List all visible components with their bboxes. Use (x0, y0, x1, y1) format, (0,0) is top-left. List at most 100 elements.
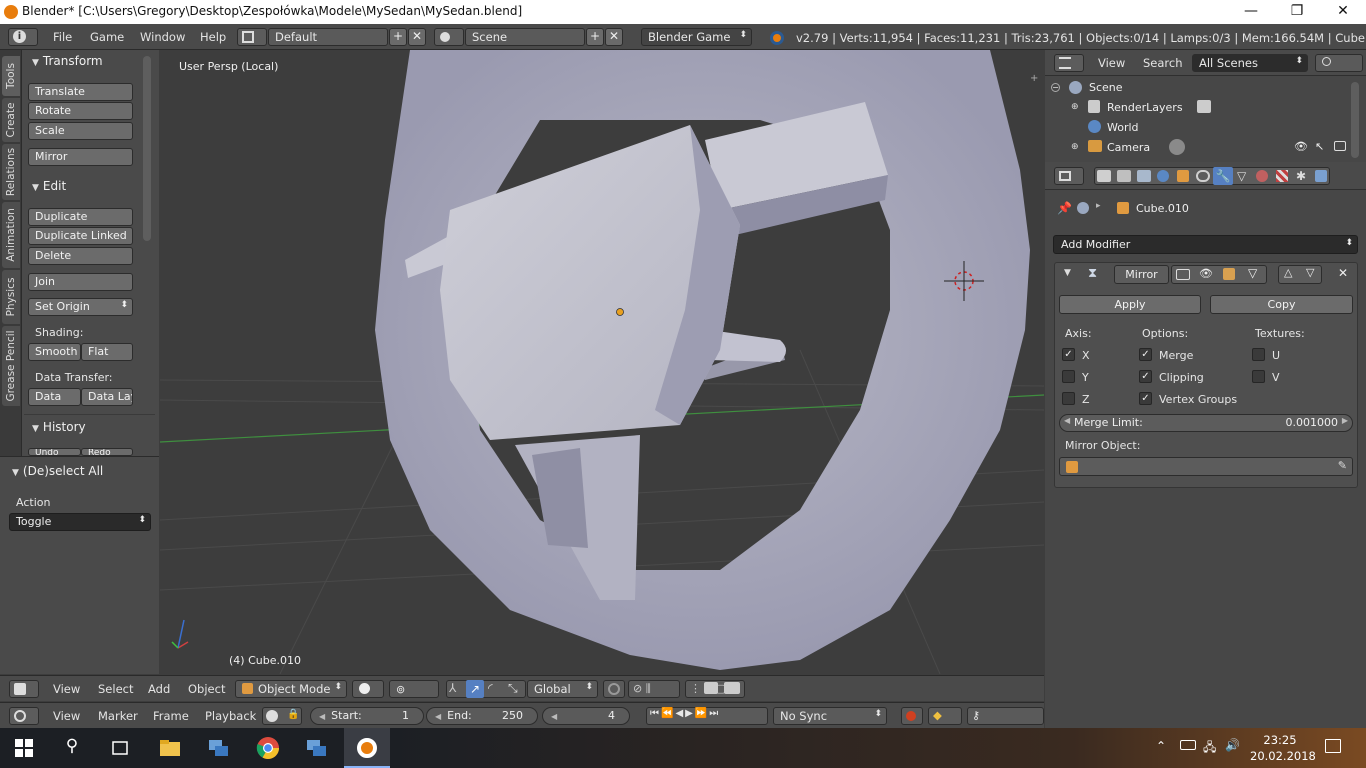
move-down-icon[interactable]: ▽ (1306, 266, 1314, 279)
timeline-menu-marker[interactable]: Marker (98, 709, 138, 723)
task-view-icon[interactable] (108, 736, 132, 760)
texture-v-checkbox[interactable] (1252, 370, 1265, 383)
decrement-arrow-icon[interactable]: ◀ (551, 712, 557, 721)
expand-icon[interactable]: ⊕ (1071, 142, 1079, 152)
texture-u-checkbox[interactable] (1252, 348, 1265, 361)
collapse-triangle-icon[interactable]: ▼ (1064, 268, 1071, 278)
mirror-tool-button[interactable]: Mirror (28, 148, 133, 166)
data-tab-icon[interactable]: ▽ (1237, 169, 1246, 183)
axis-x-checkbox[interactable]: ✓ (1062, 348, 1075, 361)
view-menu-add[interactable]: Add (148, 682, 170, 696)
data-layout-button[interactable]: Data Lay (81, 388, 133, 406)
end-frame-field[interactable]: ◀ End: 250 (426, 707, 538, 725)
outliner-menu-view[interactable]: View (1098, 56, 1125, 70)
tab-animation[interactable]: Animation (2, 202, 20, 268)
search-icon[interactable]: ⚲ (60, 736, 84, 760)
expand-plus-icon[interactable]: + (1030, 74, 1040, 84)
transform-orientation-select[interactable]: Global ⬍ (527, 680, 598, 698)
merge-limit-field[interactable]: ◀ Merge Limit: 0.001000 ▶ (1059, 414, 1353, 432)
clock-time[interactable]: 23:25 (1250, 733, 1310, 747)
action-select[interactable]: Toggle ⬍ (9, 513, 151, 531)
restore-button[interactable]: ❐ (1274, 0, 1320, 24)
collapse-scene-icon[interactable]: − (1051, 83, 1060, 92)
history-panel-header[interactable]: ▼ History (32, 420, 86, 434)
copy-button[interactable]: Copy (1210, 295, 1353, 314)
timeline-menu-playback[interactable]: Playback (205, 709, 256, 723)
keying-set-select[interactable]: ◆ (928, 707, 962, 725)
duplicate-button[interactable]: Duplicate (28, 208, 133, 226)
decrement-arrow-icon[interactable]: ◀ (319, 712, 325, 721)
redo-button[interactable]: Redo (81, 448, 133, 456)
menu-game[interactable]: Game (90, 30, 124, 44)
preview-range-buttons[interactable]: 🔒 (262, 707, 302, 725)
blender-taskbar-button[interactable] (344, 728, 390, 768)
notifications-icon[interactable] (1325, 739, 1341, 753)
texture-tab-icon[interactable] (1276, 170, 1288, 182)
interaction-mode-select[interactable]: Object Mode ⬍ (235, 680, 347, 698)
clock-date[interactable]: 20.02.2018 (1250, 749, 1316, 763)
tab-tools[interactable]: Tools (2, 56, 20, 96)
decrement-arrow-icon[interactable]: ◀ (1064, 416, 1070, 425)
scale-button[interactable]: Scale (28, 122, 133, 140)
view-menu-object[interactable]: Object (188, 682, 225, 696)
minimize-button[interactable]: — (1228, 0, 1274, 24)
current-frame-field[interactable]: ◀ 4 (542, 707, 630, 725)
tab-relations[interactable]: Relations (2, 144, 20, 200)
add-modifier-select[interactable]: Add Modifier ⬍ (1053, 235, 1358, 254)
merge-checkbox[interactable]: ✓ (1139, 348, 1152, 361)
decrement-arrow-icon[interactable]: ◀ (435, 712, 441, 721)
undo-button[interactable]: Undo (28, 448, 81, 456)
scene-field[interactable]: Scene (465, 28, 585, 46)
pivot-select[interactable]: ⊚ (389, 680, 439, 698)
cage-toggle-icon[interactable]: ▽ (1248, 266, 1257, 280)
auto-keying-button[interactable] (901, 707, 923, 725)
remote-desktop-icon[interactable] (206, 736, 230, 760)
apply-button[interactable]: Apply (1059, 295, 1201, 314)
layers-button[interactable] (603, 680, 625, 698)
transform-panel-header[interactable]: ▼ Transform (32, 54, 103, 68)
tool-shelf-scrollbar[interactable] (143, 56, 151, 241)
operator-header[interactable]: ▼ (De)select All (12, 464, 103, 478)
scene-icon[interactable] (434, 28, 464, 46)
screen-layout-icon[interactable] (237, 28, 267, 46)
rotate-button[interactable]: Rotate (28, 102, 133, 120)
proportional-edit-select[interactable]: ⊘ ⫼ (628, 680, 680, 698)
menu-window[interactable]: Window (140, 30, 185, 44)
network-icon[interactable]: 🖧 (1203, 738, 1216, 759)
editor-type-info-button[interactable]: i (8, 28, 38, 46)
outliner-scrollbar[interactable] (1351, 82, 1359, 158)
modifier-name-input[interactable]: Mirror (1114, 265, 1169, 284)
render-tab-icon[interactable] (1097, 170, 1111, 182)
constraints-tab-icon[interactable] (1196, 170, 1210, 182)
edit-panel-header[interactable]: ▼ Edit (32, 179, 66, 193)
render-layers-tab-icon[interactable] (1117, 170, 1131, 182)
render-animation-icon[interactable] (724, 682, 740, 694)
remove-scene-button[interactable]: ✕ (605, 28, 623, 46)
view-menu-view[interactable]: View (53, 682, 80, 696)
view-menu-select[interactable]: Select (98, 682, 133, 696)
modifier-wrench-tab-icon[interactable]: 🔧 (1213, 167, 1233, 185)
sync-mode-select[interactable]: No Sync ⬍ (773, 707, 887, 725)
keying-set-field[interactable]: ⚷ (967, 707, 1044, 725)
clipping-checkbox[interactable]: ✓ (1139, 370, 1152, 383)
scale-manipulator-icon[interactable]: ⤡ (508, 681, 518, 696)
menu-help[interactable]: Help (200, 30, 226, 44)
view-editor-type-button[interactable] (9, 680, 39, 698)
set-origin-select[interactable]: Set Origin ⬍ (28, 298, 133, 316)
render-preview-icon[interactable] (704, 682, 718, 694)
outliner-search-input[interactable] (1315, 54, 1363, 72)
remove-layout-button[interactable]: ✕ (408, 28, 426, 46)
manipulator-toggle-icon[interactable]: ⅄ (449, 681, 456, 695)
data-button[interactable]: Data (28, 388, 81, 406)
chrome-icon[interactable] (256, 736, 280, 760)
editmode-toggle-icon[interactable] (1223, 268, 1235, 280)
delete-button[interactable]: Delete (28, 247, 133, 265)
outliner-filter-select[interactable]: All Scenes ⬍ (1192, 54, 1308, 72)
tab-grease-pencil[interactable]: Grease Pencil (2, 326, 20, 406)
start-frame-field[interactable]: ◀ Start: 1 (310, 707, 424, 725)
render-toggle-icon[interactable] (1176, 269, 1190, 280)
object-tab-icon[interactable] (1177, 170, 1189, 182)
smooth-button[interactable]: Smooth (28, 343, 81, 361)
vertex-groups-checkbox[interactable]: ✓ (1139, 392, 1152, 405)
outliner-menu-search[interactable]: Search (1143, 56, 1183, 70)
